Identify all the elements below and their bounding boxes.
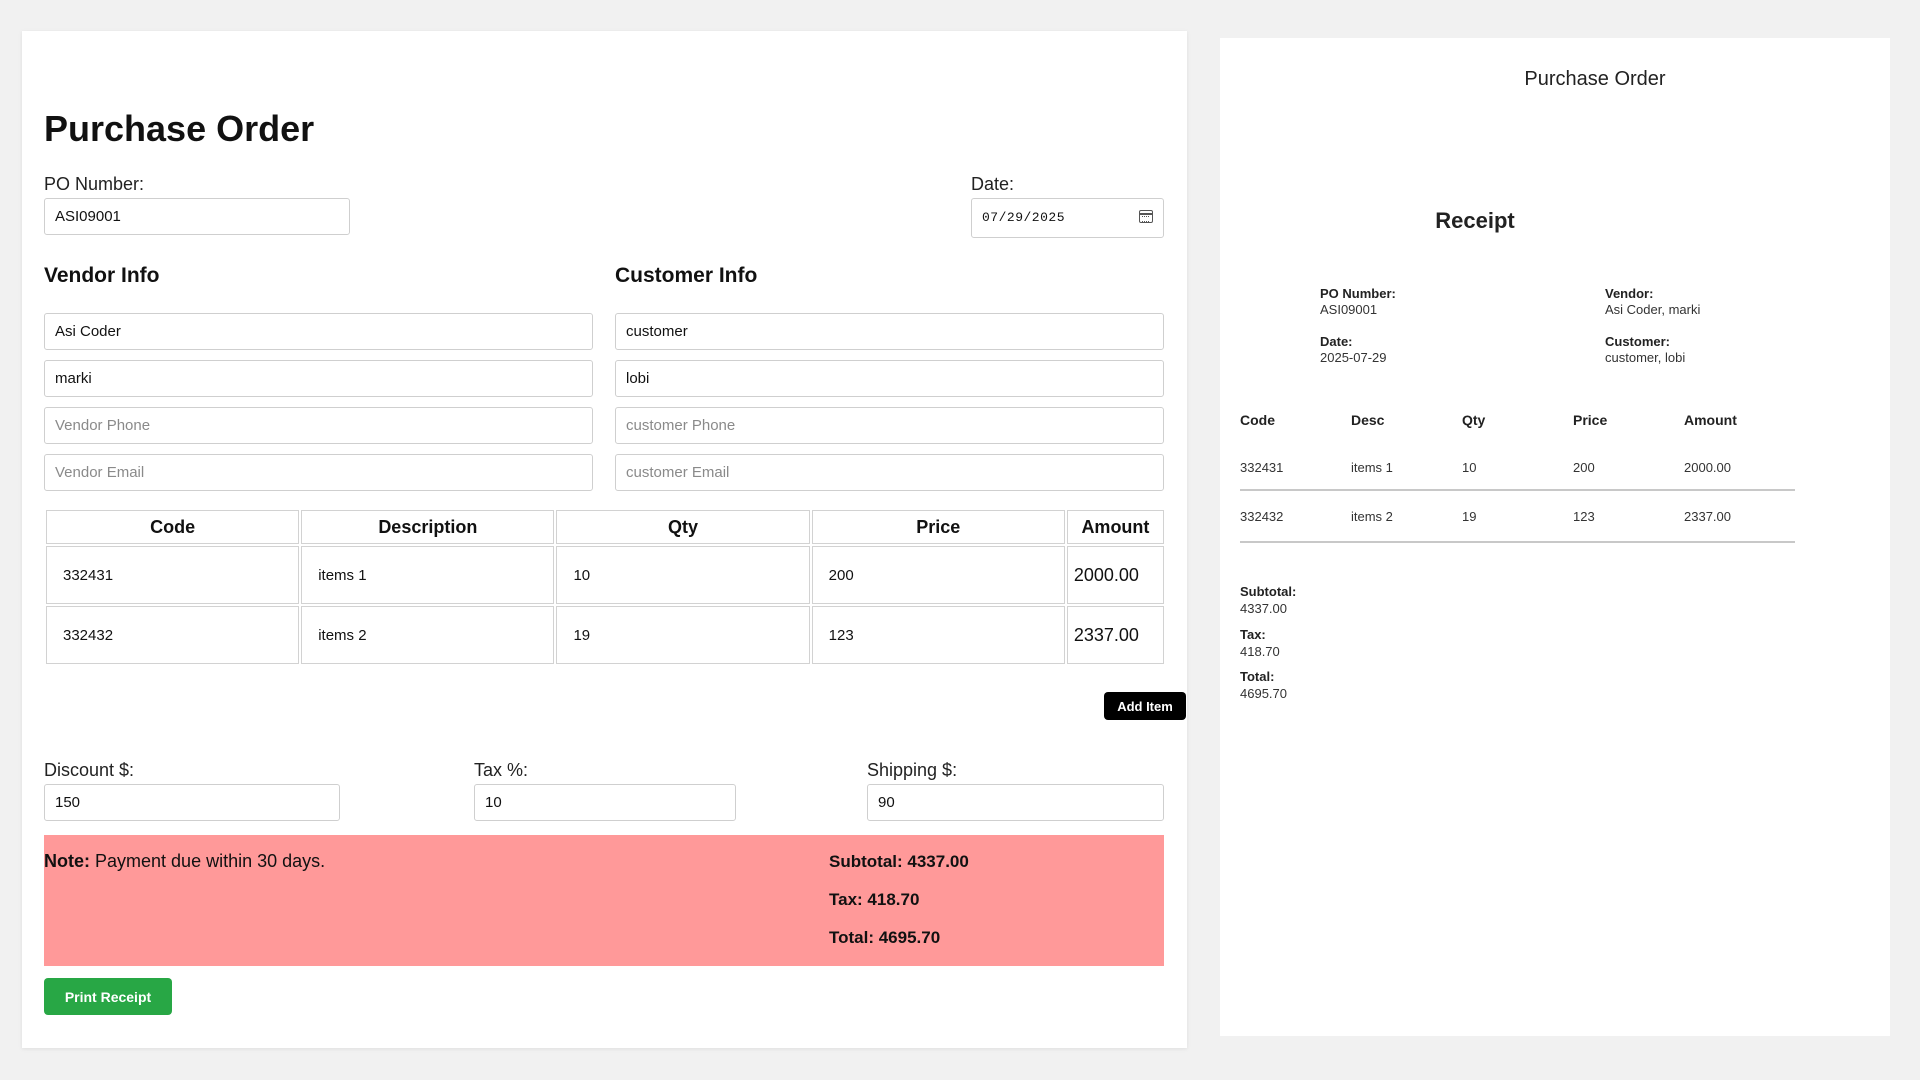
vendor-phone-input[interactable]: Vendor Phone xyxy=(44,407,593,444)
customer-phone-input[interactable]: customer Phone xyxy=(615,407,1164,444)
receipt-row: 332431 items 1 10 200 2000.00 xyxy=(1240,446,1795,491)
note-label: Note: xyxy=(44,851,90,871)
total-line: Total: 4695.70 xyxy=(829,928,941,947)
receipt-qty: 19 xyxy=(1462,490,1573,543)
description-input[interactable]: items 1 xyxy=(312,567,543,584)
description-input[interactable]: items 2 xyxy=(312,627,543,644)
receipt-column-code: Code xyxy=(1240,412,1275,428)
subtotal-line: Subtotal: 4337.00 xyxy=(829,852,969,871)
code-input[interactable]: 332432 xyxy=(57,627,288,644)
customer-info-title: Customer Info xyxy=(615,264,758,287)
qty-cell[interactable]: 19 xyxy=(556,606,810,664)
receipt-vendor-label: Vendor: xyxy=(1605,286,1654,301)
price-cell[interactable]: 123 xyxy=(811,606,1065,664)
receipt-subtotal-label: Subtotal: xyxy=(1240,584,1297,599)
receipt-column-desc: Desc xyxy=(1351,412,1385,428)
amount-cell: 2000.00 xyxy=(1066,546,1164,604)
receipt-tax-value: 418.70 xyxy=(1240,644,1280,659)
receipt-total-label: Total: xyxy=(1240,669,1275,684)
receipt-preview: Purchase Order Receipt PO Number: ASI090… xyxy=(1220,38,1890,1036)
print-receipt-button[interactable]: Print Receipt xyxy=(44,978,172,1015)
receipt-desc: items 1 xyxy=(1351,446,1462,491)
receipt-vendor-value: Asi Coder, marki xyxy=(1605,302,1701,317)
amount-cell: 2337.00 xyxy=(1066,606,1164,664)
customer-email-input[interactable]: customer Email xyxy=(615,454,1164,491)
po-number-label: PO Number: xyxy=(44,174,145,194)
vendor-name-input[interactable]: Asi Coder xyxy=(44,313,593,350)
tax-input[interactable]: 10 xyxy=(474,784,736,821)
receipt-po-value: ASI09001 xyxy=(1320,302,1378,317)
table-row: 332432 items 2 19 123 2337.00 xyxy=(46,606,1164,664)
receipt-desc: items 2 xyxy=(1351,490,1462,543)
add-item-button[interactable]: Add Item xyxy=(1104,692,1186,720)
code-input[interactable]: 332431 xyxy=(57,567,288,584)
receipt-customer-value: customer, lobi xyxy=(1605,350,1686,365)
vendor-email-input[interactable]: Vendor Email xyxy=(44,454,593,491)
receipt-code: 332431 xyxy=(1240,446,1351,491)
receipt-subtotal-value: 4337.00 xyxy=(1240,601,1287,616)
qty-input[interactable]: 19 xyxy=(567,627,798,644)
receipt-amount: 2000.00 xyxy=(1684,446,1795,491)
column-header-price: Price xyxy=(811,510,1065,544)
receipt-total-value: 4695.70 xyxy=(1240,686,1287,701)
receipt-title: Receipt xyxy=(1435,208,1515,233)
column-header-description: Description xyxy=(301,510,555,544)
po-number-input[interactable]: ASI09001 xyxy=(44,198,350,235)
price-input[interactable]: 200 xyxy=(823,567,1054,584)
column-header-code: Code xyxy=(46,510,300,544)
receipt-po-label: PO Number: xyxy=(1320,286,1396,301)
qty-cell[interactable]: 10 xyxy=(556,546,810,604)
receipt-tax-label: Tax: xyxy=(1240,627,1266,642)
receipt-column-price: Price xyxy=(1573,412,1608,428)
customer-contact-input[interactable]: lobi xyxy=(615,360,1164,397)
description-cell[interactable]: items 1 xyxy=(301,546,555,604)
note-text: Payment due within 30 days. xyxy=(95,851,326,871)
items-table: Code Description Qty Price Amount 332431… xyxy=(44,508,1166,666)
receipt-code: 332432 xyxy=(1240,490,1351,543)
column-header-qty: Qty xyxy=(556,510,810,544)
customer-name-input[interactable]: customer xyxy=(615,313,1164,350)
vendor-contact-input[interactable]: marki xyxy=(44,360,593,397)
receipt-date-label: Date: xyxy=(1320,334,1353,349)
note: Note: Payment due within 30 days. xyxy=(44,851,325,872)
receipt-amount: 2337.00 xyxy=(1684,490,1795,543)
discount-label: Discount $: xyxy=(44,760,135,780)
tax-label: Tax %: xyxy=(474,760,529,780)
code-cell[interactable]: 332431 xyxy=(46,546,300,604)
receipt-customer-label: Customer: xyxy=(1605,334,1671,349)
date-input[interactable]: 07/29/2025 xyxy=(971,198,1164,238)
description-cell[interactable]: items 2 xyxy=(301,606,555,664)
receipt-row: 332432 items 2 19 123 2337.00 xyxy=(1240,490,1795,543)
code-cell[interactable]: 332432 xyxy=(46,606,300,664)
receipt-qty: 10 xyxy=(1462,446,1573,491)
receipt-header-row: Code Desc Qty Price Amount xyxy=(1240,408,1795,446)
shipping-label: Shipping $: xyxy=(867,760,958,780)
receipt-price: 200 xyxy=(1573,446,1684,491)
receipt-items-table: Code Desc Qty Price Amount 332431 items … xyxy=(1240,408,1795,543)
price-cell[interactable]: 200 xyxy=(811,546,1065,604)
receipt-column-qty: Qty xyxy=(1462,412,1486,428)
date-label: Date: xyxy=(971,174,1015,194)
receipt-date-value: 2025-07-29 xyxy=(1320,350,1387,365)
tax-line: Tax: 418.70 xyxy=(829,890,920,909)
receipt-price: 123 xyxy=(1573,490,1684,543)
page-title: Purchase Order xyxy=(44,108,315,149)
receipt-column-amount: Amount xyxy=(1684,412,1737,428)
amount-value: 2000.00 xyxy=(1073,564,1139,585)
date-value: 07/29/2025 xyxy=(982,210,1066,225)
table-header-row: Code Description Qty Price Amount xyxy=(46,510,1164,544)
shipping-input[interactable]: 90 xyxy=(867,784,1164,821)
vendor-info-title: Vendor Info xyxy=(44,264,160,287)
discount-input[interactable]: 150 xyxy=(44,784,340,821)
table-row: 332431 items 1 10 200 2000.00 xyxy=(46,546,1164,604)
amount-value: 2337.00 xyxy=(1073,624,1139,645)
qty-input[interactable]: 10 xyxy=(567,567,798,584)
column-header-amount: Amount xyxy=(1066,510,1164,544)
summary-box: Note: Payment due within 30 days. Subtot… xyxy=(44,835,1164,966)
receipt-doc-title: Purchase Order xyxy=(1524,68,1666,90)
price-input[interactable]: 123 xyxy=(823,627,1054,644)
